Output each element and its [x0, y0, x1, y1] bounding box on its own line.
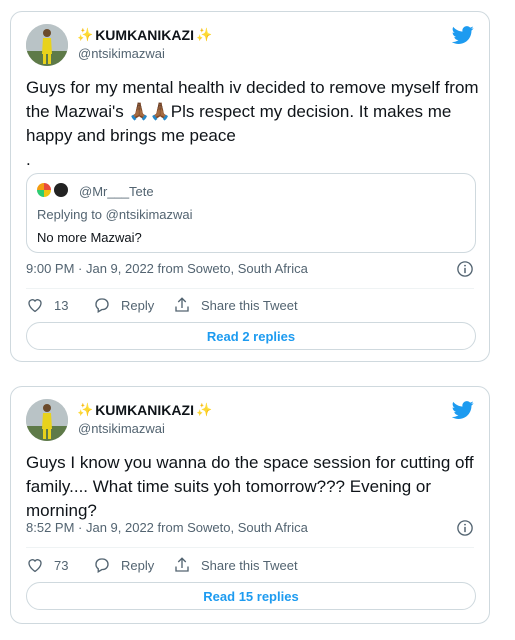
- heart-icon: [28, 299, 42, 313]
- replying-to: Replying to @ntsikimazwai: [37, 207, 193, 222]
- tweet-timestamp[interactable]: 9:00 PM · Jan 9, 2022 from Soweto, South…: [26, 261, 308, 276]
- sparkle-icon: ✨: [77, 27, 94, 42]
- like-button[interactable]: 73: [26, 556, 93, 574]
- avatar[interactable]: [26, 24, 68, 66]
- tweet-card[interactable]: ✨ KUMKANIKAZI ✨ @ntsikimazwai Guys for m…: [10, 11, 490, 362]
- share-icon: [175, 557, 189, 572]
- quoted-handle[interactable]: @Mr___Tete: [79, 184, 154, 199]
- like-count: 13: [54, 297, 69, 313]
- heart-icon: [28, 559, 42, 573]
- sparkle-icon: ✨: [195, 402, 213, 417]
- sparkle-icon: ✨: [195, 27, 213, 42]
- display-name[interactable]: ✨ KUMKANIKAZI ✨: [77, 27, 212, 43]
- read-replies-button[interactable]: Read 2 replies: [26, 322, 476, 350]
- divider: [26, 288, 474, 289]
- tweet-text: Guys for my mental health iv decided to …: [26, 78, 479, 169]
- share-icon: [175, 297, 189, 312]
- display-name-text: KUMKANIKAZI: [95, 402, 194, 418]
- reply-icon: [95, 558, 109, 573]
- reply-button[interactable]: Reply: [93, 556, 173, 574]
- share-button[interactable]: Share this Tweet: [173, 556, 298, 574]
- user-handle[interactable]: @ntsikimazwai: [78, 421, 165, 436]
- twitter-bird-icon[interactable]: [452, 24, 474, 46]
- like-button[interactable]: 13: [26, 296, 93, 314]
- tweet-actions: 13 Reply Share this Tweet: [26, 296, 298, 314]
- tweet-timestamp[interactable]: 8:52 PM · Jan 9, 2022 from Soweto, South…: [26, 520, 308, 535]
- quoted-text: No more Mazwai?: [37, 230, 142, 245]
- info-icon[interactable]: [456, 260, 474, 278]
- tweet-actions: 73 Reply Share this Tweet: [26, 556, 298, 574]
- avatar-image: [26, 24, 68, 66]
- reply-icon: [95, 298, 109, 313]
- quoted-avatars: [37, 183, 68, 197]
- user-handle[interactable]: @ntsikimazwai: [78, 46, 165, 61]
- divider: [26, 547, 474, 548]
- avatar: [37, 183, 51, 197]
- avatar[interactable]: [26, 399, 68, 441]
- display-name-text: KUMKANIKAZI: [95, 27, 194, 43]
- avatar-image: [26, 399, 68, 441]
- display-name[interactable]: ✨ KUMKANIKAZI ✨: [77, 402, 212, 418]
- tweet-text: Guys I know you wanna do the space sessi…: [26, 453, 479, 520]
- reply-label: Reply: [121, 297, 155, 313]
- info-icon[interactable]: [456, 519, 474, 537]
- tweet-card[interactable]: ✨ KUMKANIKAZI ✨ @ntsikimazwai Guys I kno…: [10, 386, 490, 624]
- share-button[interactable]: Share this Tweet: [173, 296, 298, 314]
- read-replies-button[interactable]: Read 15 replies: [26, 582, 476, 610]
- twitter-bird-icon[interactable]: [452, 399, 474, 421]
- quoted-tweet[interactable]: @Mr___Tete Replying to @ntsikimazwai No …: [26, 173, 476, 253]
- like-count: 73: [54, 557, 69, 573]
- reply-label: Reply: [121, 557, 155, 573]
- share-label: Share this Tweet: [201, 557, 298, 573]
- avatar: [54, 183, 68, 197]
- share-label: Share this Tweet: [201, 297, 298, 313]
- sparkle-icon: ✨: [77, 402, 94, 417]
- reply-button[interactable]: Reply: [93, 296, 173, 314]
